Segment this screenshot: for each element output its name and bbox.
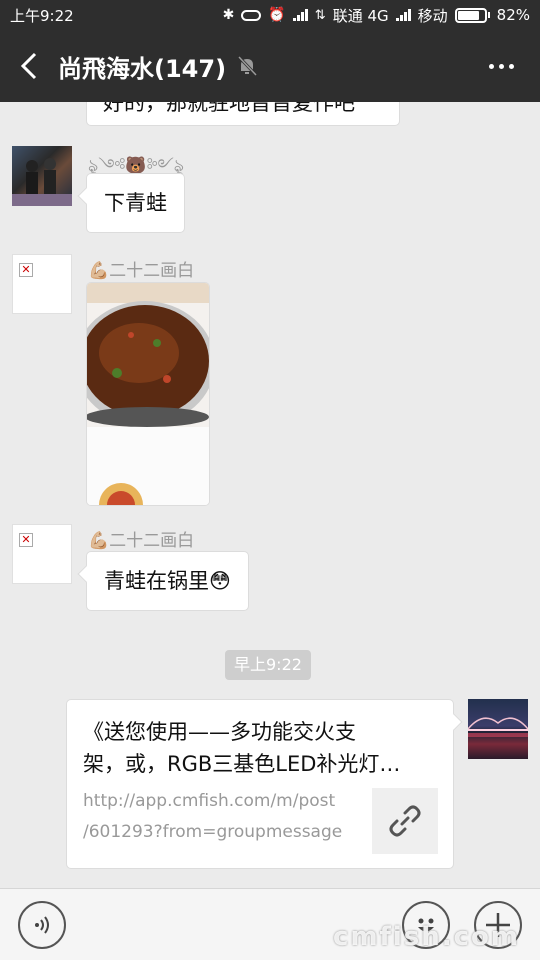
link-title-line-2: 架，或，RGB三基色LED补光灯… — [83, 752, 401, 776]
message-text: 青蛙在锅里😳 — [104, 569, 231, 593]
link-title-line-1: 《送您使用——多功能交火支 — [83, 720, 356, 744]
broken-image-icon: ✕ — [19, 533, 33, 547]
chat-area[interactable]: 好的，那就驻地晋晋复作吧 ৡৢ༺🐻༻ৡৢ 下青蛙 ✕ 💪🏼二十二画白 ✕ 💪🏼二… — [0, 102, 540, 888]
toggle-icon — [241, 9, 262, 21]
status-time: 上午9:22 — [10, 6, 74, 25]
avatar-self[interactable] — [467, 699, 529, 759]
battery-percent: 82% — [496, 6, 530, 24]
bluetooth-icon: ✱ — [222, 7, 235, 23]
status-bar: 上午9:22 ✱ ⏰ ⇅ 联通 4G 移动 82% — [0, 0, 540, 30]
back-button[interactable] — [0, 30, 58, 102]
message-bubble[interactable]: 下青蛙 — [77, 173, 185, 233]
sender-name: 💪🏼二十二画白 — [88, 261, 195, 281]
alarm-icon: ⏰ — [268, 7, 286, 23]
battery-fill — [457, 10, 479, 20]
image-message[interactable] — [86, 282, 210, 506]
broken-image-icon: ✕ — [19, 263, 33, 277]
avatar[interactable] — [12, 146, 72, 206]
link-card[interactable]: 《送您使用——多功能交火支 架，或，RGB三基色LED补光灯… http://a… — [66, 699, 463, 869]
link-url-line-1: http://app.cmfish.com/m/post — [83, 791, 336, 811]
message-text: 下青蛙 — [104, 191, 167, 215]
sender-name: 💪🏼二十二画白 — [88, 531, 195, 551]
link-url-line-2: /601293?from=groupmessage — [83, 822, 343, 842]
time-separator: 早上9:22 — [225, 650, 311, 680]
carrier-1: 联通 4G — [332, 6, 389, 25]
chevron-left-icon — [20, 52, 37, 80]
carrier-2: 移动 — [417, 6, 448, 25]
avatar[interactable]: ✕ — [12, 254, 72, 314]
mute-bell-icon — [237, 55, 258, 77]
message-text: 好的，那就驻地晋晋复作吧 — [103, 102, 355, 115]
signal-icon — [292, 9, 308, 21]
voice-button[interactable] — [18, 901, 66, 949]
more-options-button[interactable] — [489, 64, 514, 69]
link-title: 《送您使用——多功能交火支 架，或，RGB三基色LED补光灯… — [83, 716, 445, 780]
photo-avatar-icon — [12, 158, 72, 206]
bridge-photo-icon — [467, 717, 529, 737]
chat-header: 尚飛海水(147) — [0, 30, 540, 102]
battery-icon — [454, 7, 490, 23]
food-photo — [87, 283, 209, 505]
chat-title: 尚飛海水(147) — [58, 54, 227, 83]
watermark: cmfish.com — [333, 922, 520, 952]
data-arrows-icon: ⇅ — [314, 7, 326, 23]
input-bar: cmfish.com — [0, 888, 540, 960]
link-thumbnail — [372, 788, 438, 854]
message-bubble[interactable]: 青蛙在锅里😳 — [77, 551, 249, 611]
link-icon — [389, 805, 421, 837]
link-url: http://app.cmfish.com/m/post /601293?fro… — [83, 786, 353, 848]
message-bubble[interactable]: 好的，那就驻地晋晋复作吧 — [86, 102, 400, 126]
voice-icon — [35, 916, 49, 934]
signal-icon-2 — [395, 9, 411, 21]
avatar[interactable]: ✕ — [12, 524, 72, 584]
